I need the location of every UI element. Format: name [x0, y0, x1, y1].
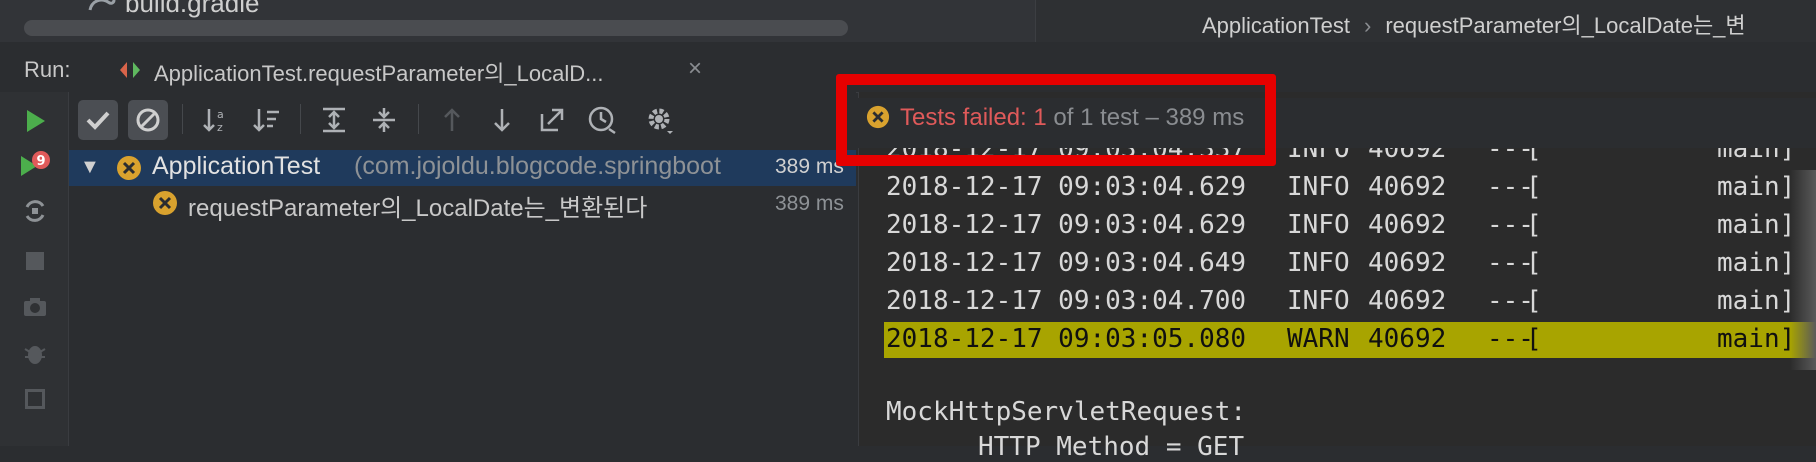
highlight-box	[836, 74, 1276, 166]
console-text: MockHttpServletRequest:	[886, 397, 1247, 427]
test-duration: 389 ms	[775, 192, 844, 215]
previous-failed-icon[interactable]	[432, 100, 472, 140]
rerun-failed-icon[interactable]: 9	[18, 148, 52, 182]
run-tab-title[interactable]: ApplicationTest.requestParameter의_LocalD…	[154, 56, 603, 88]
history-icon[interactable]	[582, 100, 622, 140]
rerun-icon[interactable]	[18, 104, 52, 138]
toolbar-separator	[300, 104, 301, 134]
screenshot-icon[interactable]	[18, 290, 52, 324]
horizontal-scrollbar[interactable]	[24, 20, 848, 36]
export-icon[interactable]	[18, 382, 52, 416]
toolbar-separator	[182, 104, 183, 134]
divider	[1035, 0, 1036, 42]
collapse-all-icon[interactable]	[364, 100, 404, 140]
expand-all-icon[interactable]	[314, 100, 354, 140]
show-ignored-icon[interactable]	[128, 100, 168, 140]
sort-by-duration-icon[interactable]	[246, 100, 286, 140]
svg-text:z: z	[217, 121, 223, 134]
expand-arrow-icon[interactable]: ▼	[80, 156, 100, 179]
chevron-right-icon: ›	[1363, 13, 1372, 38]
test-class-package: (com.jojoldu.blogcode.springboot	[354, 152, 721, 180]
stop-icon[interactable]	[18, 244, 52, 278]
test-failed-icon	[152, 190, 178, 221]
run-label: Run:	[24, 57, 71, 82]
close-tab-icon[interactable]: ×	[688, 55, 702, 83]
breadcrumb-item-method[interactable]: requestParameter의_LocalDate는_변	[1385, 13, 1745, 38]
debug-icon[interactable]	[18, 336, 52, 370]
test-method-name[interactable]: requestParameter의_LocalDate는_변환된다	[188, 188, 647, 223]
breadcrumb: ApplicationTest › requestParameter의_LocalD…	[1202, 8, 1746, 40]
project-tree-item[interactable]: build.gradle	[125, 0, 259, 19]
show-passed-icon[interactable]	[78, 100, 118, 140]
test-tree-panel	[69, 92, 856, 446]
toolbar-separator	[418, 104, 419, 134]
test-class-name: ApplicationTest	[152, 152, 321, 180]
test-run-config-icon	[118, 59, 142, 81]
edge-shadow	[1790, 170, 1816, 370]
next-failed-icon[interactable]	[482, 100, 522, 140]
test-failed-icon	[116, 155, 142, 186]
svg-text:a: a	[217, 108, 224, 121]
run-side-toolbar: 9	[0, 92, 69, 446]
gradle-icon	[88, 0, 118, 16]
console-text: HTTP Method = GET	[978, 432, 1245, 462]
sort-alphabetically-icon[interactable]: az	[196, 100, 236, 140]
svg-text:9: 9	[36, 154, 45, 169]
settings-icon[interactable]	[640, 100, 680, 140]
breadcrumb-item-class[interactable]: ApplicationTest	[1202, 13, 1350, 38]
toggle-auto-test-icon[interactable]	[18, 194, 52, 228]
export-icon[interactable]	[532, 100, 572, 140]
